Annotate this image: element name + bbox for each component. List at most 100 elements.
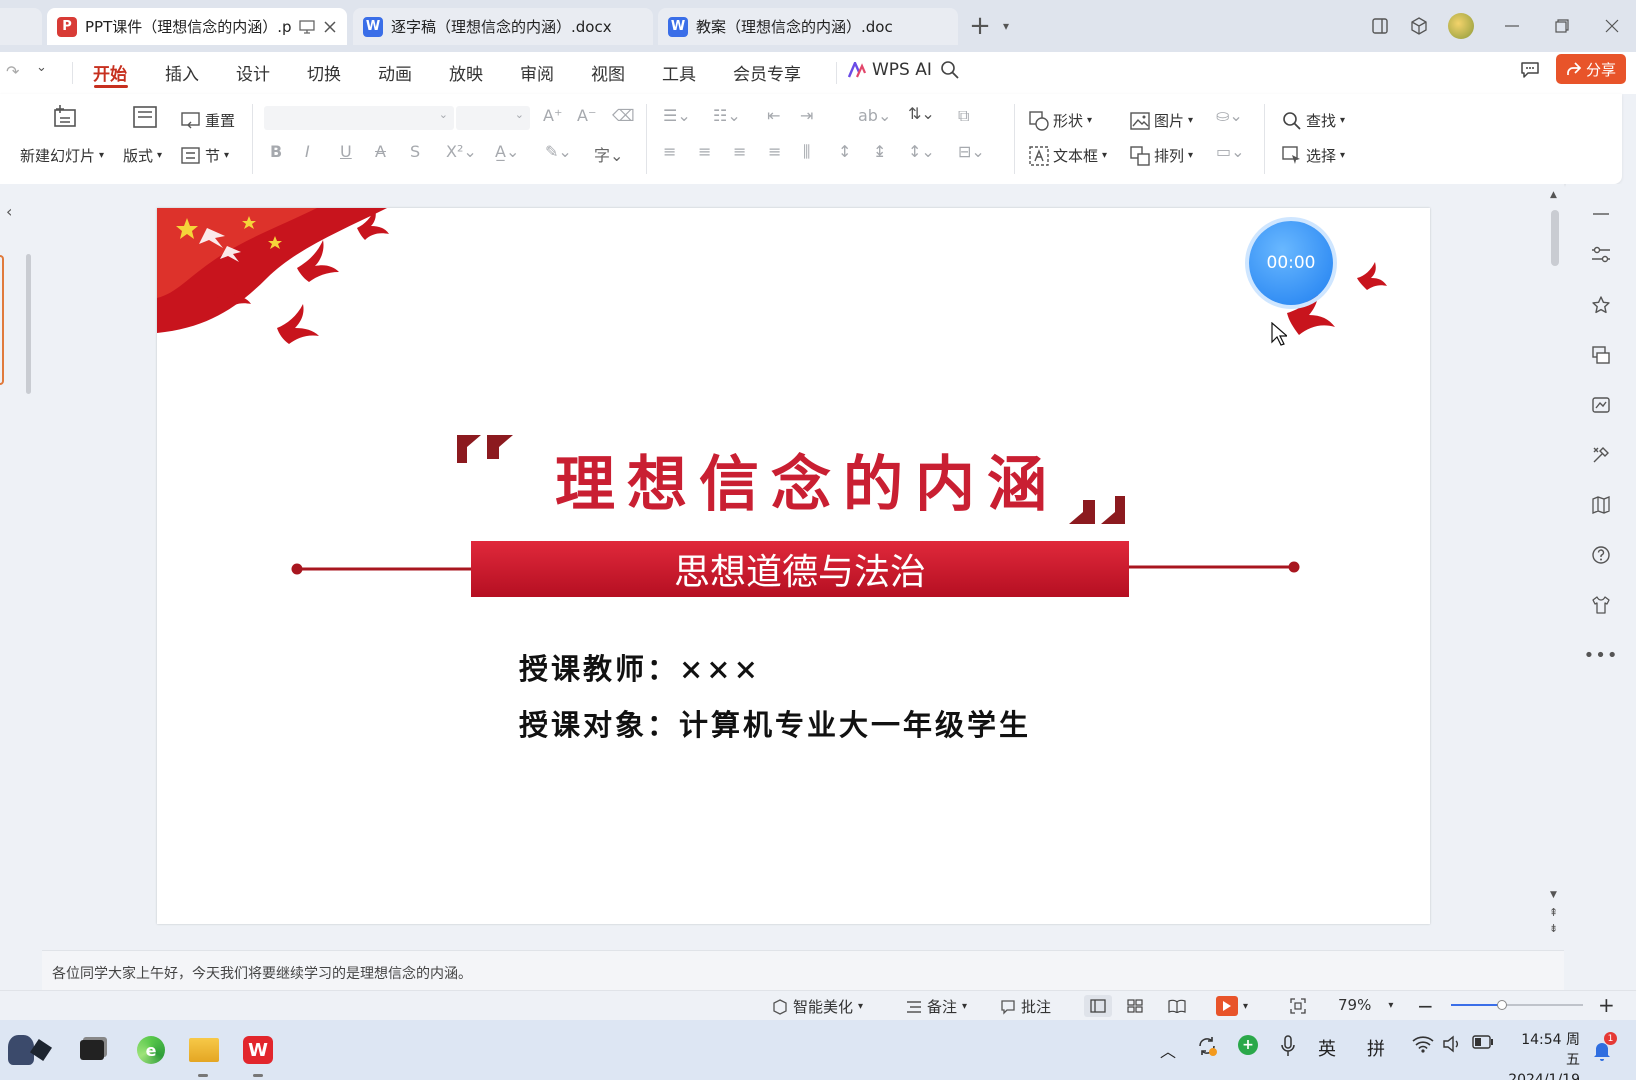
next-slide-icon[interactable]: ⇟ bbox=[1549, 922, 1558, 935]
slides-transition-icon[interactable] bbox=[1586, 340, 1616, 370]
tools-icon[interactable] bbox=[1586, 440, 1616, 470]
eraser-icon[interactable]: ⌫ bbox=[612, 106, 635, 125]
scroll-up-icon[interactable]: ▲ bbox=[1550, 190, 1557, 200]
search-icon[interactable] bbox=[940, 60, 960, 80]
text-align-vertical-icon[interactable]: ⊟⌄ bbox=[958, 142, 985, 161]
select-button[interactable]: 选择 ▾ bbox=[1282, 145, 1345, 166]
fill-color-icon[interactable]: ⛀⌄ bbox=[1216, 106, 1243, 125]
speaker-notes[interactable]: 各位同学大家上午好，今天我们将要继续学习的是理想信念的内涵。 bbox=[42, 950, 1564, 990]
menu-wps-ai[interactable]: WPS AI bbox=[848, 60, 932, 80]
menu-transition[interactable]: 切换 bbox=[307, 60, 341, 85]
zoom-level-select[interactable]: 79% ▾ bbox=[1338, 996, 1393, 1014]
help-icon[interactable] bbox=[1586, 540, 1616, 570]
text-direction-icon[interactable]: ab⌄ bbox=[858, 106, 891, 125]
sidebar-toggle-stub[interactable] bbox=[0, 8, 42, 45]
zoom-in-icon[interactable]: + bbox=[1598, 993, 1615, 1017]
decrease-font-icon[interactable]: A⁻ bbox=[577, 106, 596, 125]
slide[interactable]: 00:00 理想信念的内涵 思想道德与法治 授课教师：××× 授课对象：计算机专… bbox=[157, 208, 1430, 924]
convert-icon[interactable]: ⧉ bbox=[958, 106, 969, 126]
zoom-out-icon[interactable]: − bbox=[1417, 994, 1434, 1018]
tab-list-chevron-icon[interactable]: ▾ bbox=[990, 10, 1022, 42]
scroll-down-icon[interactable]: ▼ bbox=[1550, 890, 1557, 900]
close-window-icon[interactable] bbox=[1596, 10, 1628, 42]
ime-language-toggle[interactable]: 英 bbox=[1318, 1035, 1336, 1061]
wifi-icon[interactable] bbox=[1412, 1035, 1434, 1053]
wps-office-icon[interactable]: W bbox=[240, 1032, 276, 1068]
timer-badge[interactable]: 00:00 bbox=[1249, 221, 1333, 305]
previous-slide-icon[interactable]: ⇞ bbox=[1549, 906, 1558, 919]
line-spacing-before-icon[interactable]: ↕ bbox=[838, 142, 851, 161]
expand-panel-chevron-icon[interactable]: ‹ bbox=[6, 202, 12, 221]
align-center-icon[interactable]: ≡ bbox=[698, 142, 711, 161]
align-left-icon[interactable]: ≡ bbox=[663, 142, 676, 161]
font-size-select[interactable]: ⌄ bbox=[456, 106, 530, 130]
user-avatar[interactable] bbox=[1445, 10, 1477, 42]
align-right-icon[interactable]: ≡ bbox=[733, 142, 746, 161]
terminal-app-icon[interactable] bbox=[76, 1034, 108, 1066]
vertical-scrollbar[interactable]: ▲ ▼ ⇞ ⇟ bbox=[1549, 190, 1561, 935]
find-button[interactable]: 查找 ▾ bbox=[1282, 110, 1345, 131]
map-icon[interactable] bbox=[1586, 490, 1616, 520]
notification-bell-icon[interactable]: 1 bbox=[1592, 1032, 1617, 1062]
decrease-indent-icon[interactable]: ⇤ bbox=[767, 106, 780, 125]
play-slideshow-button[interactable]: ▾ bbox=[1216, 996, 1248, 1016]
share-button[interactable]: 分享 bbox=[1556, 54, 1626, 84]
collapse-pane-icon[interactable] bbox=[1586, 199, 1616, 229]
layout-icon[interactable] bbox=[132, 104, 158, 130]
numbered-list-icon[interactable]: ☷⌄ bbox=[713, 106, 741, 125]
minimize-icon[interactable] bbox=[1496, 10, 1528, 42]
comment-button[interactable]: 批注 bbox=[1000, 996, 1051, 1017]
menu-home[interactable]: 开始 bbox=[93, 60, 127, 85]
underline-icon[interactable]: U bbox=[340, 142, 352, 161]
phonetic-guide-icon[interactable]: 字⌄ bbox=[594, 142, 623, 166]
tab-lesson-plan[interactable]: W 教案（理想信念的内涵）.doc bbox=[658, 8, 958, 45]
font-color-icon[interactable]: A̲⌄ bbox=[495, 142, 519, 161]
quick-access-chevron-icon[interactable]: ⌄ bbox=[36, 60, 47, 75]
section-button[interactable]: 节 ▾ bbox=[181, 145, 229, 166]
animation-icon[interactable] bbox=[1586, 390, 1616, 420]
smart-beautify-button[interactable]: 智能美化 ▾ bbox=[772, 996, 863, 1017]
more-options-icon[interactable]: ••• bbox=[1584, 640, 1618, 670]
tab-ppt[interactable]: P PPT课件（理想信念的内涵）.p bbox=[47, 8, 347, 45]
menu-insert[interactable]: 插入 bbox=[165, 60, 199, 85]
textbox-button[interactable]: 文本框 ▾ bbox=[1029, 145, 1107, 166]
justify-icon[interactable]: ≡ bbox=[768, 142, 781, 161]
picture-button[interactable]: 图片 ▾ bbox=[1130, 110, 1193, 131]
microphone-icon[interactable] bbox=[1280, 1035, 1296, 1057]
profile-widget[interactable] bbox=[0, 1028, 60, 1072]
star-icon[interactable] bbox=[1586, 290, 1616, 320]
shadow-text-icon[interactable]: S bbox=[410, 142, 420, 161]
volume-icon[interactable] bbox=[1442, 1035, 1462, 1053]
italic-icon[interactable]: I bbox=[305, 142, 310, 161]
shape-button[interactable]: 形状 ▾ bbox=[1029, 110, 1092, 131]
outline-icon[interactable]: ▭⌄ bbox=[1216, 142, 1245, 161]
reset-button[interactable]: 重置 bbox=[181, 110, 235, 131]
sort-icon[interactable]: ⇅⌄ bbox=[908, 104, 935, 123]
tab-transcript[interactable]: W 逐字稿（理想信念的内涵）.docx bbox=[353, 8, 653, 45]
zoom-slider[interactable] bbox=[1451, 1000, 1583, 1010]
scrollbar-thumb[interactable] bbox=[1551, 210, 1559, 266]
current-slide-thumbnail-marker[interactable] bbox=[0, 255, 4, 385]
cube-icon[interactable] bbox=[1403, 10, 1435, 42]
close-tab-icon[interactable] bbox=[323, 20, 337, 34]
normal-view-icon[interactable] bbox=[1084, 995, 1112, 1017]
menu-view[interactable]: 视图 bbox=[591, 60, 625, 85]
security-app-icon[interactable]: + bbox=[1238, 1035, 1258, 1055]
highlight-icon[interactable]: ✎⌄ bbox=[545, 142, 572, 161]
zoom-slider-knob[interactable] bbox=[1497, 1000, 1507, 1010]
sync-icon[interactable] bbox=[1196, 1035, 1218, 1057]
bullet-list-icon[interactable]: ☰⌄ bbox=[663, 106, 691, 125]
browser-app-icon[interactable]: e bbox=[133, 1032, 169, 1068]
chat-bubble-icon[interactable] bbox=[1519, 60, 1541, 80]
strikethrough-icon[interactable]: A bbox=[375, 142, 386, 161]
bold-icon[interactable]: B bbox=[270, 142, 282, 161]
font-family-select[interactable]: ⌄ bbox=[264, 106, 454, 130]
shirt-skin-icon[interactable] bbox=[1586, 590, 1616, 620]
menu-animation[interactable]: 动画 bbox=[378, 60, 412, 85]
menu-design[interactable]: 设计 bbox=[236, 60, 270, 85]
file-explorer-icon[interactable] bbox=[186, 1032, 222, 1068]
arrange-button[interactable]: 排列 ▾ bbox=[1130, 145, 1193, 166]
ime-mode-toggle[interactable]: 拼 bbox=[1367, 1035, 1385, 1061]
reading-mode-icon[interactable] bbox=[1364, 10, 1396, 42]
line-spacing-icon[interactable]: ↕⌄ bbox=[908, 142, 935, 161]
